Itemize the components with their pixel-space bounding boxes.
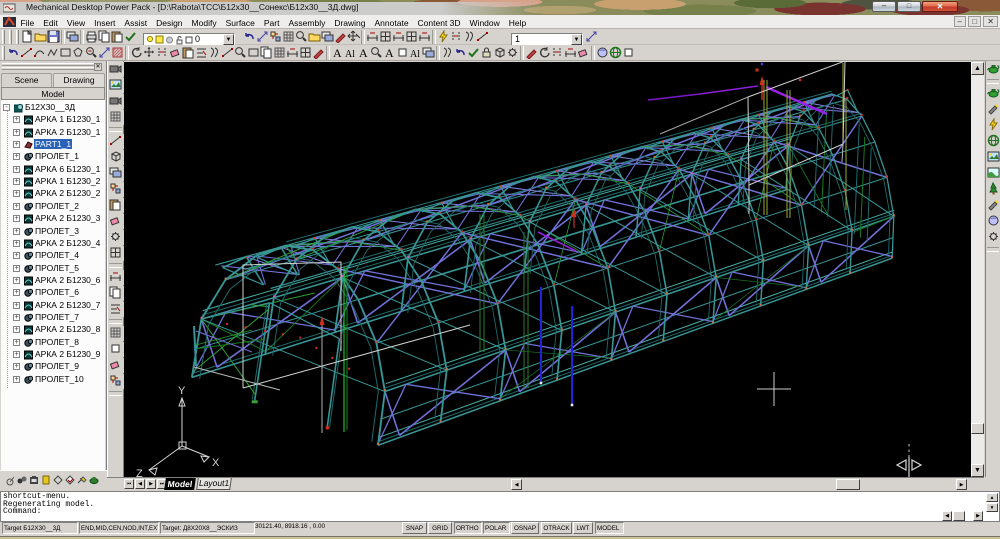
svg-text:Al: Al: [410, 49, 420, 59]
svg-text:A: A: [333, 46, 342, 59]
svg-text:A: A: [385, 46, 394, 59]
svg-text:Y: Y: [178, 385, 186, 397]
svg-text:A: A: [359, 46, 368, 59]
svg-text:Z: Z: [136, 468, 143, 477]
svg-text:Al: Al: [345, 49, 355, 59]
svg-text:X: X: [212, 457, 220, 469]
